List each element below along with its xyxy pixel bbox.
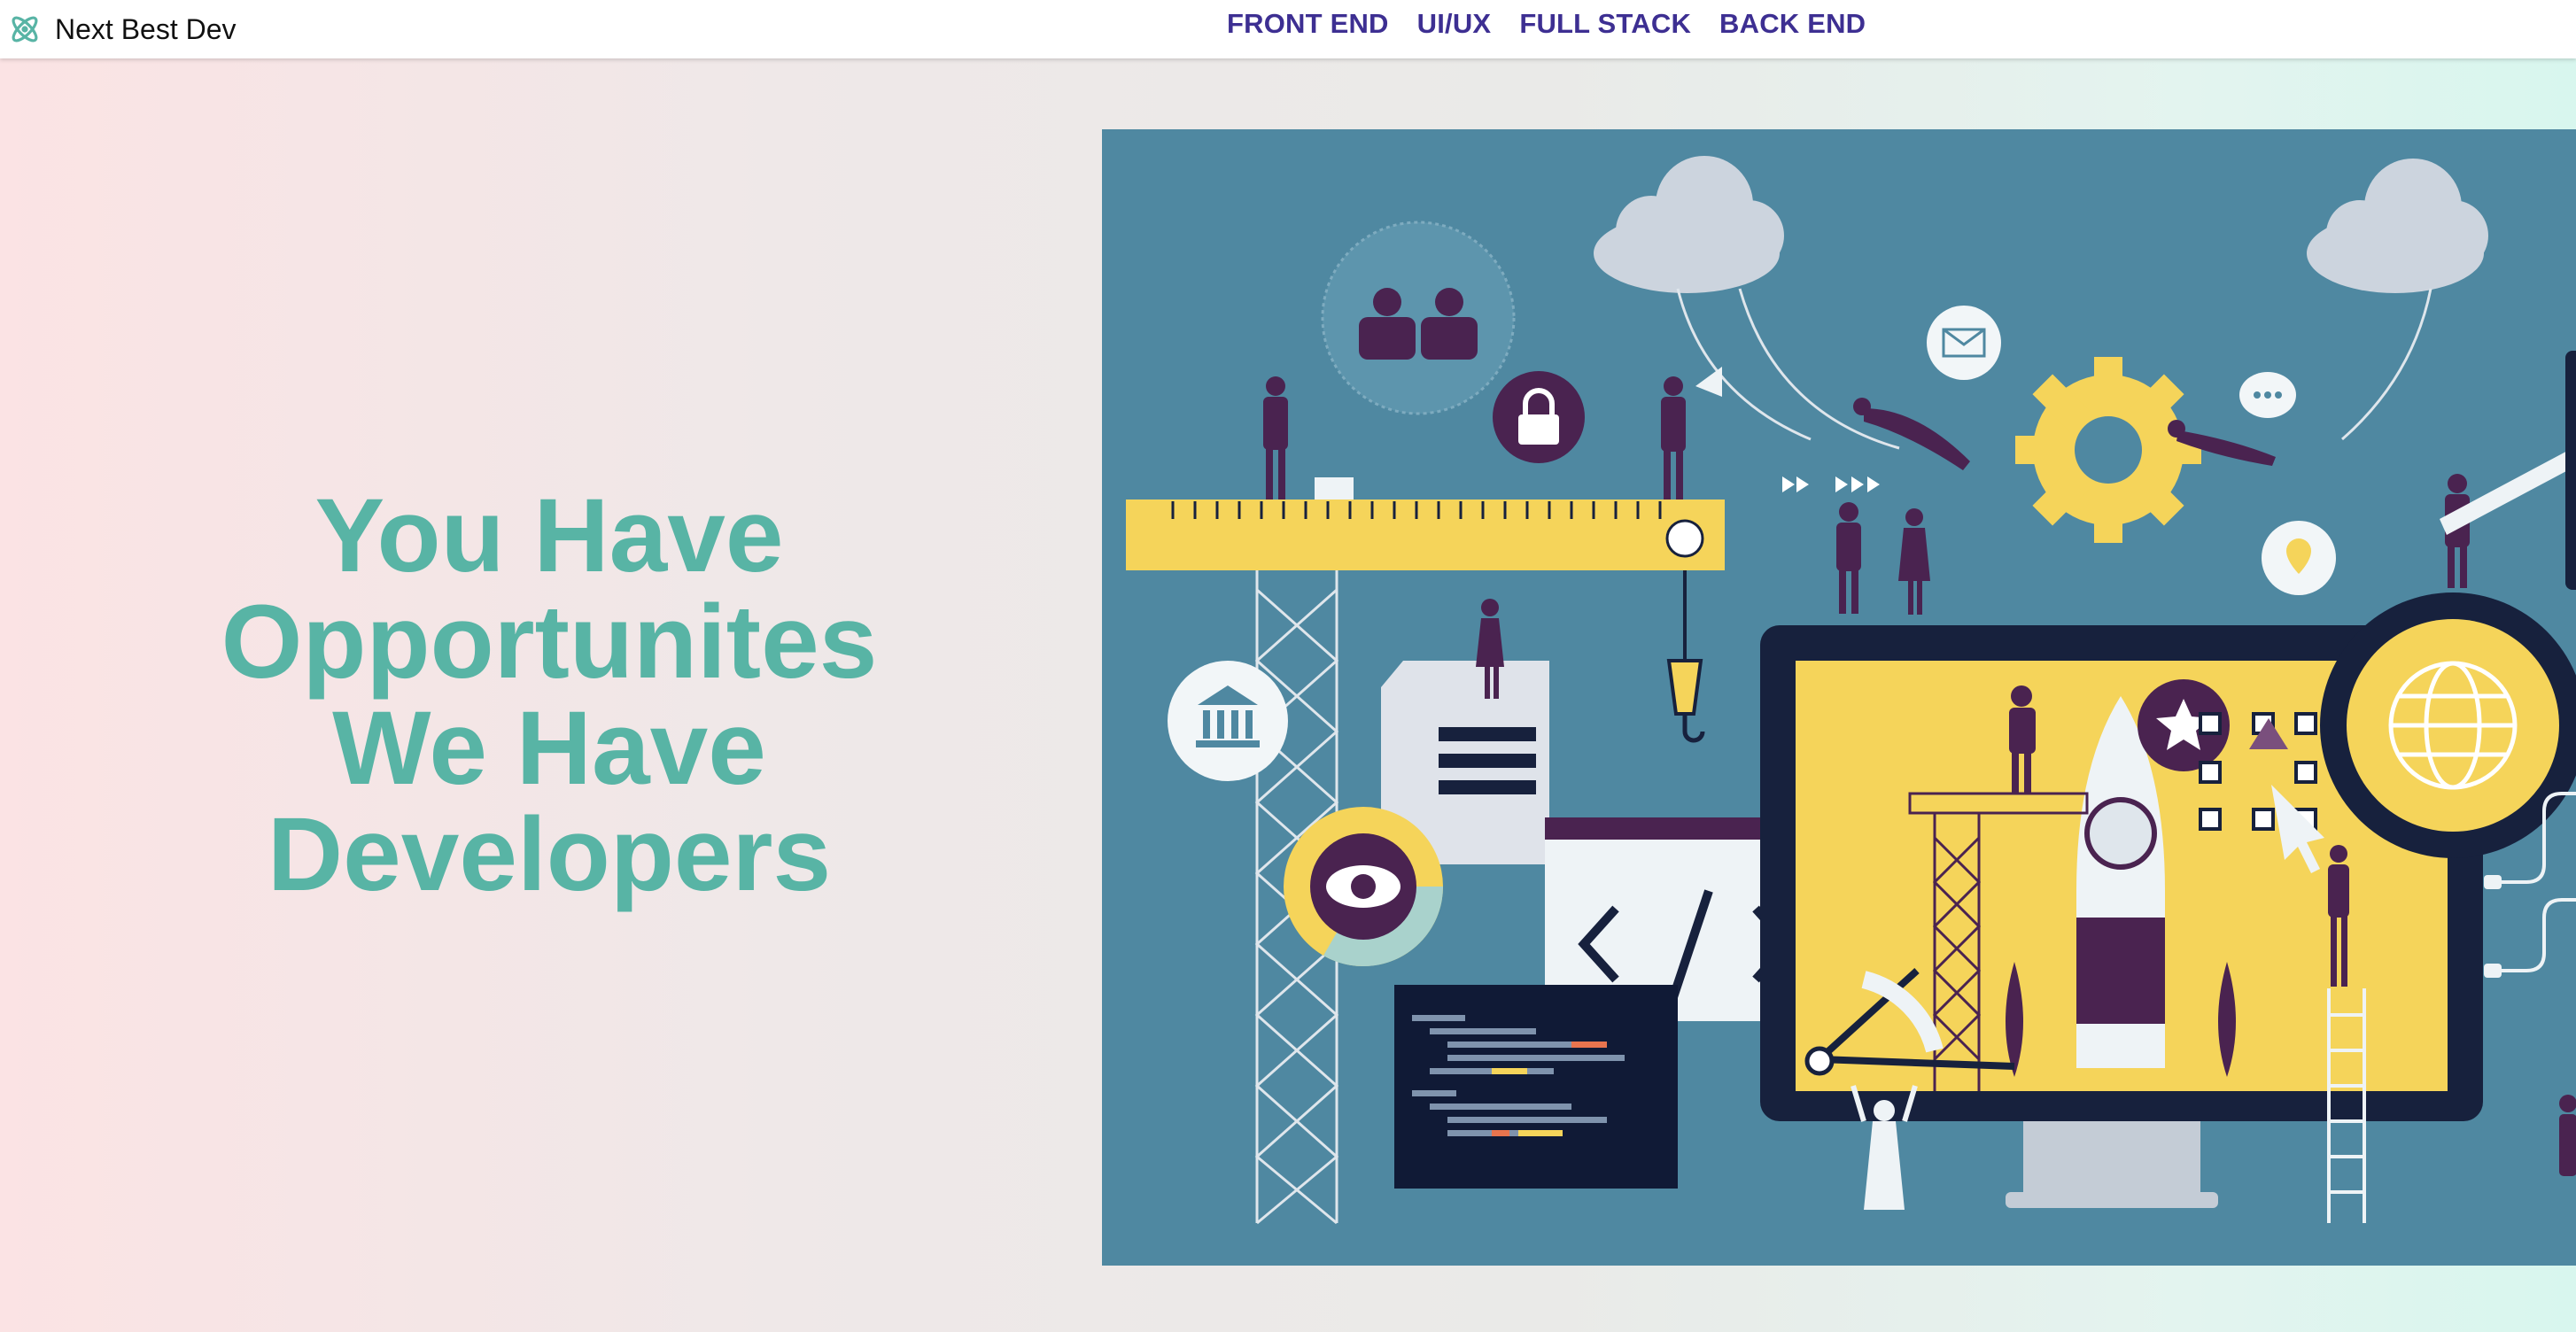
gear-icon xyxy=(2015,357,2201,543)
nav-link-ui-ux[interactable]: UI/UX xyxy=(1417,8,1492,40)
brand-logo-link[interactable]: Next Best Dev xyxy=(7,10,237,49)
top-navbar: Next Best Dev FRONT END UI/UX FULL STACK… xyxy=(0,0,2576,58)
nav-link-back-end[interactable]: BACK END xyxy=(1719,8,1866,40)
person-figure xyxy=(1263,376,1288,500)
nav-link-front-end[interactable]: FRONT END xyxy=(1227,8,1389,40)
team-badge xyxy=(1321,221,1516,415)
bank-icon xyxy=(1168,661,1288,781)
person-figure xyxy=(1661,376,1686,500)
illustration-svg xyxy=(1126,156,2576,1225)
developer-workspace-illustration xyxy=(1102,129,2576,1266)
nav-link-full-stack[interactable]: FULL STACK xyxy=(1519,8,1691,40)
ruler xyxy=(1126,500,1725,570)
cloud-icon xyxy=(1594,156,1784,293)
pulley-icon xyxy=(1665,519,1704,558)
hero-line: Opportunites xyxy=(221,584,878,701)
person-figure xyxy=(2559,1095,2576,1176)
person-figure xyxy=(1836,502,1930,615)
crane-hook-icon xyxy=(1666,659,1703,716)
atom-logo-icon xyxy=(12,16,38,43)
fast-forward-icon xyxy=(1782,476,1880,492)
hero-line: We Have xyxy=(332,690,766,807)
brand-name: Next Best Dev xyxy=(55,12,237,45)
hero-line: Developers xyxy=(267,796,832,913)
hero-heading: You Have Opportunites We Have Developers xyxy=(159,483,939,908)
nav-links: FRONT END UI/UX FULL STACK BACK END xyxy=(1227,0,1894,48)
cloud-icon xyxy=(2307,159,2488,293)
mail-icon xyxy=(1927,306,2001,380)
hero-line: You Have xyxy=(314,477,784,594)
